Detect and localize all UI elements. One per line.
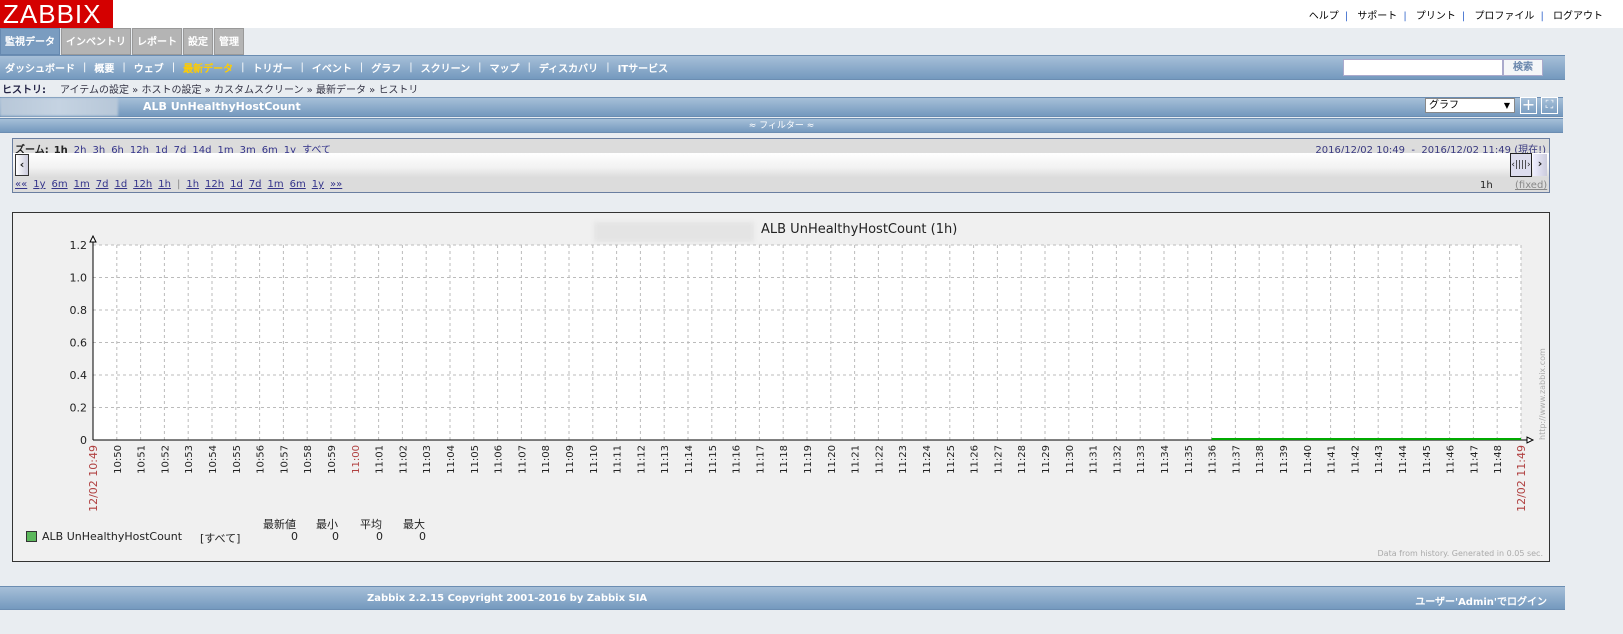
x-tick-label: 11:19 bbox=[803, 445, 814, 474]
x-tick-label: 11:37 bbox=[1231, 445, 1242, 474]
y-tick-label: 1.0 bbox=[70, 272, 88, 285]
y-tick-label: 0.4 bbox=[70, 369, 88, 382]
y-tick-label: 0.6 bbox=[70, 337, 88, 350]
x-tick-label: 11:28 bbox=[1017, 445, 1028, 474]
x-tick-label: 11:08 bbox=[541, 445, 552, 474]
legend-value: 0 bbox=[332, 530, 339, 543]
legend-item-name: ALB UnHealthyHostCount bbox=[42, 530, 183, 543]
x-tick-label: 11:09 bbox=[565, 445, 576, 474]
x-tick-label: 11:00 bbox=[351, 445, 362, 474]
x-tick-label: 11:31 bbox=[1089, 445, 1100, 474]
x-tick-label: 11:20 bbox=[827, 445, 838, 474]
x-tick-label: 11:23 bbox=[898, 445, 909, 474]
x-tick-label: 11:16 bbox=[732, 445, 743, 474]
x-tick-label: 11:33 bbox=[1136, 445, 1147, 474]
y-tick-label: 0 bbox=[80, 434, 87, 447]
x-tick-label: 11:02 bbox=[398, 445, 409, 474]
x-tick-label: 11:46 bbox=[1446, 445, 1457, 474]
x-tick-label: 10:59 bbox=[327, 445, 338, 474]
y-tick-label: 1.2 bbox=[70, 239, 88, 252]
legend-swatch bbox=[26, 531, 37, 542]
x-tick-label: 11:43 bbox=[1374, 445, 1385, 474]
x-tick-label: 11:24 bbox=[922, 445, 933, 474]
zabbix-url: http://www.zabbix.com bbox=[1538, 348, 1547, 440]
x-tick-label: 11:47 bbox=[1469, 445, 1480, 474]
x-tick-label: 10:56 bbox=[256, 445, 267, 474]
x-tick-label: 11:25 bbox=[946, 445, 957, 474]
x-tick-label: 11:01 bbox=[375, 445, 386, 474]
x-tick-label: 11:35 bbox=[1184, 445, 1195, 474]
x-tick-label: 11:41 bbox=[1327, 445, 1338, 474]
x-tick-label: 11:27 bbox=[993, 445, 1004, 474]
graph-chart: 0 0.2 0.4 0.6 0.8 1.0 1.2 10:50 10:51 10:52 10:53 1… bbox=[70, 234, 1535, 512]
x-tick-label: 11:38 bbox=[1255, 445, 1266, 474]
x-tick-label: 11:17 bbox=[755, 445, 766, 474]
x-tick-label: 10:52 bbox=[160, 445, 171, 474]
x-tick-label: 11:34 bbox=[1160, 445, 1171, 474]
x-tick-label: 10:53 bbox=[184, 445, 195, 474]
x-tick-label: 11:11 bbox=[613, 445, 624, 474]
y-tick-label: 0.8 bbox=[70, 304, 88, 317]
x-axis-arrow-icon bbox=[1526, 436, 1535, 444]
x-tick-label: 10:54 bbox=[208, 445, 219, 474]
x-tick-label: 10:55 bbox=[232, 445, 243, 474]
x-tick-label: 11:06 bbox=[494, 445, 505, 474]
x-tick-label: 11:13 bbox=[660, 445, 671, 474]
x-tick-label: 11:40 bbox=[1303, 445, 1314, 474]
y-axis-arrow-icon bbox=[89, 234, 97, 243]
x-tick-label: 10:58 bbox=[303, 445, 314, 474]
x-tick-label: 10:50 bbox=[113, 445, 124, 474]
x-tick-label: 11:18 bbox=[779, 445, 790, 474]
x-tick-label: 11:36 bbox=[1208, 445, 1219, 474]
x-tick-label: 10:51 bbox=[137, 445, 148, 474]
x-tick-label: 11:04 bbox=[446, 445, 457, 474]
x-tick-label: 11:29 bbox=[1041, 445, 1052, 474]
x-tick-label: 11:22 bbox=[874, 445, 885, 474]
footer: Zabbix 2.2.15 Copyright 2001-2016 by Zab… bbox=[0, 586, 1565, 610]
x-tick-label: 11:48 bbox=[1493, 445, 1504, 474]
x-tick-label: 11:39 bbox=[1279, 445, 1290, 474]
login-status: ユーザー'Admin'でログイン bbox=[1415, 597, 1547, 608]
x-tick-label: 11:15 bbox=[708, 445, 719, 474]
x-tick-label: 11:42 bbox=[1350, 445, 1361, 474]
x-tick-label: 11:14 bbox=[684, 445, 695, 474]
x-tick-label: 12/02 11:49 bbox=[1515, 445, 1528, 512]
x-tick-label: 11:03 bbox=[422, 445, 433, 474]
generated-info: Data from history. Generated in 0.05 sec… bbox=[1377, 549, 1543, 558]
x-tick-label: 11:32 bbox=[1112, 445, 1123, 474]
x-tick-label: 11:26 bbox=[970, 445, 981, 474]
copyright: Zabbix 2.2.15 Copyright 2001-2016 by Zab… bbox=[367, 593, 648, 604]
x-tick-label: 10:57 bbox=[279, 445, 290, 474]
legend-function: [すべて] bbox=[200, 532, 241, 545]
x-tick-label: 11:30 bbox=[1065, 445, 1076, 474]
x-tick-label: 12/02 10:49 bbox=[87, 445, 100, 512]
x-tick-label: 11:44 bbox=[1398, 445, 1409, 474]
x-tick-label: 11:10 bbox=[589, 445, 600, 474]
x-tick-label: 11:21 bbox=[851, 445, 862, 474]
x-tick-label: 11:05 bbox=[470, 445, 481, 474]
legend-value: 0 bbox=[419, 530, 426, 543]
legend-value: 0 bbox=[376, 530, 383, 543]
y-tick-label: 0.2 bbox=[70, 402, 88, 415]
x-tick-label: 11:07 bbox=[517, 445, 528, 474]
legend-value: 0 bbox=[291, 530, 298, 543]
x-tick-label: 11:12 bbox=[636, 445, 647, 474]
x-tick-label: 11:45 bbox=[1422, 445, 1433, 474]
